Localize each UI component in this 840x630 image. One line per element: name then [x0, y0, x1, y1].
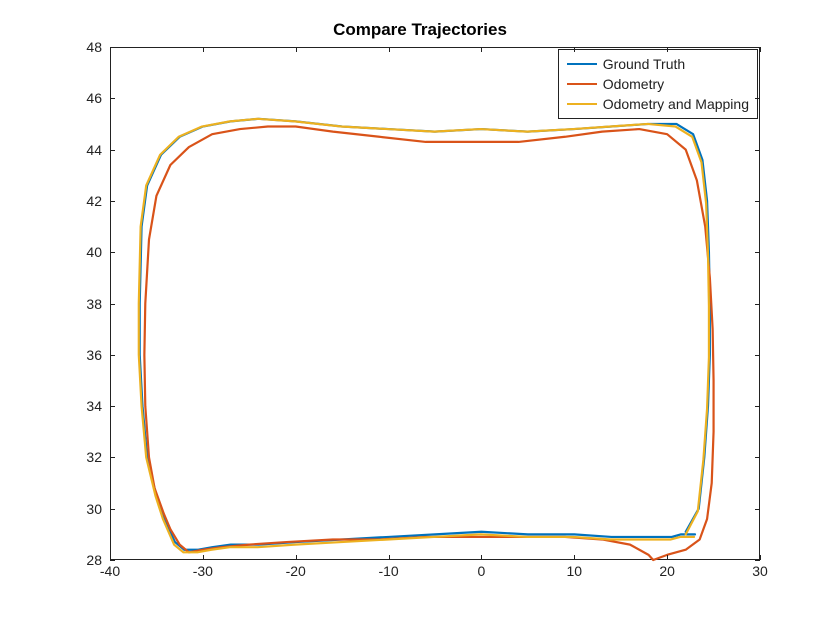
y-tick-label: 44	[52, 142, 102, 158]
y-tick-label: 38	[52, 296, 102, 312]
y-tick-label: 36	[52, 347, 102, 363]
y-tick-label: 28	[52, 552, 102, 568]
legend-entry: Odometry and Mapping	[567, 94, 749, 114]
legend-swatch	[567, 63, 597, 65]
legend-label: Odometry	[603, 76, 664, 92]
legend-label: Ground Truth	[603, 56, 686, 72]
y-tick-label: 34	[52, 398, 102, 414]
y-tick-label: 48	[52, 39, 102, 55]
y-tick-label: 46	[52, 90, 102, 106]
legend-label: Odometry and Mapping	[603, 96, 749, 112]
legend-swatch	[567, 103, 597, 105]
y-tick-label: 30	[52, 501, 102, 517]
y-tick-label: 40	[52, 244, 102, 260]
x-tick-label: 0	[478, 563, 486, 579]
plot-area	[110, 47, 760, 560]
chart-title: Compare Trajectories	[0, 20, 840, 40]
legend-entry: Odometry	[567, 74, 749, 94]
legend-swatch	[567, 83, 597, 85]
legend: Ground Truth Odometry Odometry and Mappi…	[558, 49, 758, 119]
x-tick-label: 20	[659, 563, 675, 579]
legend-entry: Ground Truth	[567, 54, 749, 74]
series-line	[140, 119, 710, 550]
figure: Compare Trajectories Ground Truth Odomet…	[0, 0, 840, 630]
y-tick-label: 32	[52, 449, 102, 465]
x-tick-label: 10	[566, 563, 582, 579]
x-tick-label: -30	[193, 563, 213, 579]
x-tick-label: 30	[752, 563, 768, 579]
x-tick-label: -40	[100, 563, 120, 579]
x-tick-label: -10	[378, 563, 398, 579]
x-tick-label: -20	[286, 563, 306, 579]
series-line	[139, 119, 709, 552]
series-line	[144, 127, 713, 560]
y-tick-label: 42	[52, 193, 102, 209]
